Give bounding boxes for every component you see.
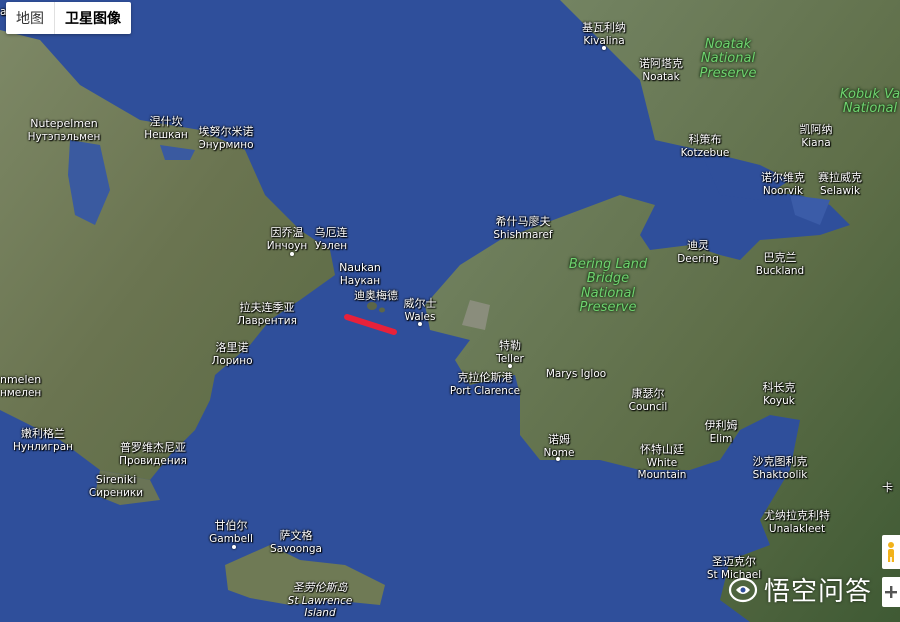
park-noatak: Noatak National Preserve [699,37,757,81]
town-dot [232,545,236,549]
town-dot [602,46,606,50]
plus-icon [885,586,897,598]
place-diomede: 迪奥梅德 [354,289,398,302]
place-nutepelmen: Nutepelmen Нутэпэльмен [27,117,101,143]
place-kiana: 凯阿纳 Kiana [799,123,833,149]
tab-map[interactable]: 地图 [6,2,54,34]
place-inchoun: 因乔温 Инчоун [266,226,308,252]
place-gambell: 甘伯尔 Gambell [209,519,253,545]
place-shaktoolik: 沙克图利克 Shaktoolik [752,455,808,481]
place-kotzebue: 科策布 Kotzebue [680,133,730,159]
place-marys-igloo: Marys Igloo [545,368,607,380]
place-lorino: 洛里诺 Лорино [211,341,253,367]
place-buckland: 巴克兰 Buckland [755,251,805,277]
place-white-mountain: 怀特山廷 White Mountain [637,443,687,481]
zoom-in-button[interactable] [882,577,900,607]
place-wales: 威尔士 Wales [403,297,437,323]
place-right-edge: 卡 [882,481,893,494]
place-koyuk: 科长克 Koyuk [762,381,796,407]
place-lavrentiya: 拉夫连季亚 Лаврентия [237,301,297,327]
park-kobuk: Kobuk Va National [839,87,900,117]
wukong-logo-icon [728,577,758,602]
map-type-control[interactable]: 地图 卫星图像 [6,2,131,34]
street-view-pegman[interactable] [882,535,900,569]
town-dot [418,322,422,326]
park-bering-land-bridge: Bering Land Bridge National Preserve [568,257,648,315]
place-deering: 迪灵 Deering [677,239,719,265]
town-dot [290,252,294,256]
place-selawik: 赛拉威克 Selawik [818,171,862,197]
place-teller: 特勒 Teller [496,339,524,365]
place-nome: 诺姆 Nome [543,433,575,459]
place-st-lawrence-island: 圣劳伦斯岛 St Lawrence Island [287,581,353,619]
place-elim: 伊利姆 Elim [704,419,738,445]
place-shishmaref: 希什马廖夫 Shishmaref [493,215,553,241]
town-dot [556,457,560,461]
tab-satellite[interactable]: 卫星图像 [54,2,131,34]
watermark-text: 悟空问答 [763,577,872,607]
satellite-map[interactable]: 地图 卫星图像 Noatak National Preserve Kobuk Va N… [0,0,900,622]
watermark: 悟空问答 [728,571,872,608]
place-provideniya: 普罗维杰尼亚 Провидения [119,441,187,467]
place-noorvik: 诺尔维克 Noorvik [761,171,805,197]
place-council: 康瑟尔 Council [628,387,668,413]
place-sireniki: Sireniki Сиреники [88,473,144,499]
pegman-icon [888,542,894,562]
place-savoonga: 萨文格 Savoonga [270,529,322,555]
place-enurmino: 埃努尔米诺 Энурмино [198,125,254,151]
place-enmelen: nmelen нмелен [0,373,42,399]
place-unalakleet: 尤纳拉克利特 Unalakleet [764,509,830,535]
place-uelen: 乌厄连 Уэлен [314,226,348,252]
place-naukan: Naukan Наукан [339,261,381,287]
town-dot [508,364,512,368]
place-port-clarence: 克拉伦斯港 Port Clarence [449,371,521,397]
place-kivalina: 基瓦利纳 Kivalina [582,21,626,47]
place-neshkan: 涅什坎 Нешкан [144,115,188,141]
place-nunligran: 嫩利格兰 Нунлигран [13,427,73,453]
place-noatak: 诺阿塔克 Noatak [639,57,683,83]
